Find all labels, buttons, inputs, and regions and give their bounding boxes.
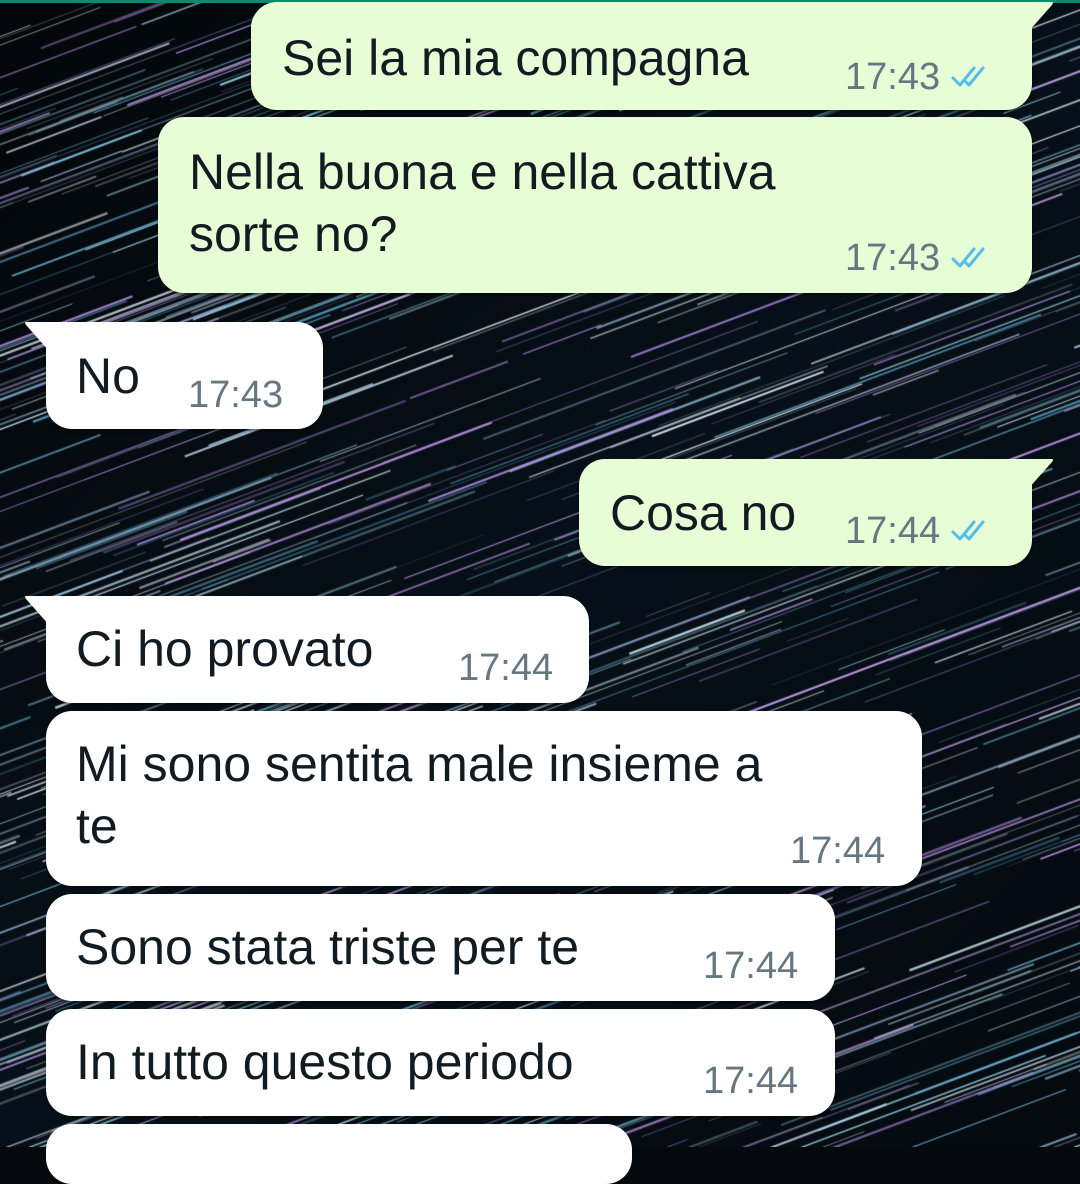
message-meta: 17:44 (845, 511, 990, 551)
read-receipt-icon (951, 66, 985, 87)
message-bubble-outgoing[interactable]: Nella buona e nella cattiva sorte no? 17… (158, 117, 1032, 293)
message-bubble-incoming[interactable]: Sono stata triste per te 17:44 (46, 894, 835, 1001)
message-meta: 17:43 (845, 238, 990, 278)
message-bubble-incoming[interactable]: Mi sono sentita male insieme a te 17:44 (46, 711, 922, 886)
message-time: 17:44 (458, 647, 554, 689)
message-text: Sei la mia compagna (282, 30, 749, 86)
message-text: Nella buona e nella cattiva sorte no? (189, 144, 776, 262)
message-time: 17:43 (845, 56, 941, 98)
message-time: 17:43 (845, 237, 941, 279)
message-bubble-outgoing[interactable]: Sei la mia compagna 17:43 (251, 2, 1053, 110)
message-text: Cosa no (610, 485, 797, 541)
bubble-tail (1028, 2, 1053, 32)
message-bubble-outgoing[interactable]: Cosa no 17:44 (579, 459, 1053, 566)
message-bubble-incoming[interactable]: In tutto questo periodo 17:44 (46, 1009, 835, 1116)
message-meta: 17:44 (458, 648, 553, 688)
message-meta: 17:43 (188, 375, 283, 415)
bubble-tail (25, 322, 50, 352)
message-bubble-incoming[interactable]: No 17:43 (25, 322, 323, 429)
message-time: 17:44 (790, 830, 886, 872)
message-meta: 17:44 (790, 831, 885, 871)
message-text: Ci ho provato (76, 621, 374, 677)
message-text: Mi sono sentita male insieme a te (76, 736, 763, 854)
message-meta: 17:43 (845, 57, 990, 97)
message-bubble-incoming[interactable]: Ci ho provato 17:44 (25, 596, 589, 703)
bubble-tail (1028, 459, 1053, 489)
message-time: 17:44 (845, 510, 941, 552)
message-time: 17:44 (703, 945, 799, 987)
message-bubble-incoming-partial[interactable] (46, 1124, 632, 1184)
bubble-tail (25, 596, 50, 626)
read-receipt-icon (951, 247, 985, 268)
message-text: No (76, 348, 140, 404)
message-time: 17:43 (188, 374, 284, 416)
message-time: 17:44 (703, 1060, 799, 1102)
message-meta: 17:44 (703, 946, 798, 986)
message-text: In tutto questo periodo (76, 1034, 574, 1090)
message-meta: 17:44 (703, 1061, 798, 1101)
message-text: Sono stata triste per te (76, 919, 580, 975)
read-receipt-icon (951, 520, 985, 541)
